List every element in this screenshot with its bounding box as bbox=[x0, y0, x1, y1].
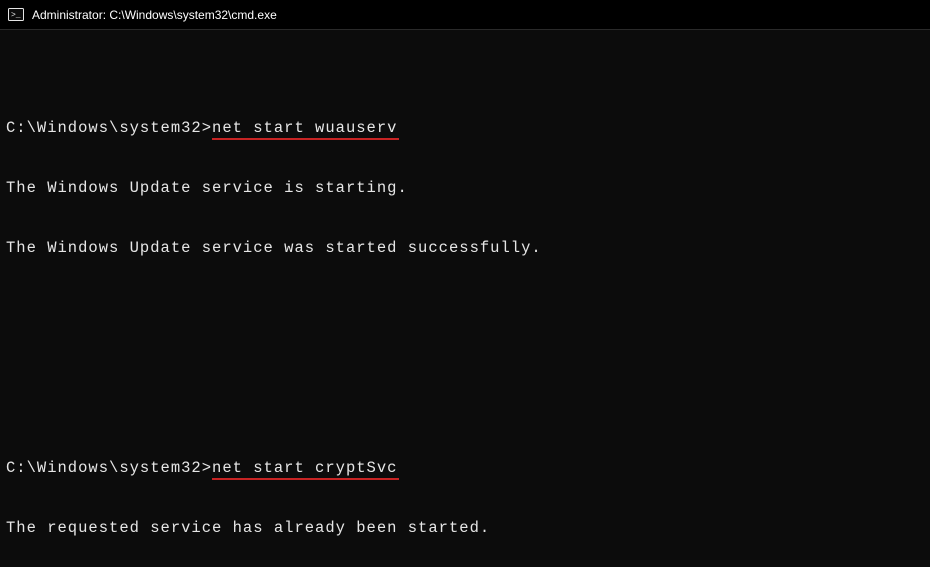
output-line: The Windows Update service was started s… bbox=[6, 238, 924, 258]
cmd-window: >_ Administrator: C:\Windows\system32\cm… bbox=[0, 0, 930, 567]
red-underline-annotation bbox=[212, 478, 399, 480]
prompt-line: C:\Windows\system32>net start wuauserv bbox=[6, 118, 924, 138]
svg-text:>_: >_ bbox=[11, 11, 21, 20]
blank-line bbox=[6, 298, 924, 318]
titlebar[interactable]: >_ Administrator: C:\Windows\system32\cm… bbox=[0, 0, 930, 30]
command-text: net start cryptSvc bbox=[212, 458, 397, 478]
cmd-icon: >_ bbox=[8, 7, 24, 23]
output-line: The Windows Update service is starting. bbox=[6, 178, 924, 198]
prompt: C:\Windows\system32> bbox=[6, 118, 212, 138]
output-line: The requested service has already been s… bbox=[6, 518, 924, 538]
prompt-line: C:\Windows\system32>net start cryptSvc bbox=[6, 458, 924, 478]
command-text: net start wuauserv bbox=[212, 118, 397, 138]
red-underline-annotation bbox=[212, 138, 399, 140]
prompt: C:\Windows\system32> bbox=[6, 458, 212, 478]
blank-line bbox=[6, 358, 924, 378]
terminal-output[interactable]: C:\Windows\system32>net start wuauserv T… bbox=[0, 30, 930, 567]
window-title: Administrator: C:\Windows\system32\cmd.e… bbox=[32, 8, 277, 22]
